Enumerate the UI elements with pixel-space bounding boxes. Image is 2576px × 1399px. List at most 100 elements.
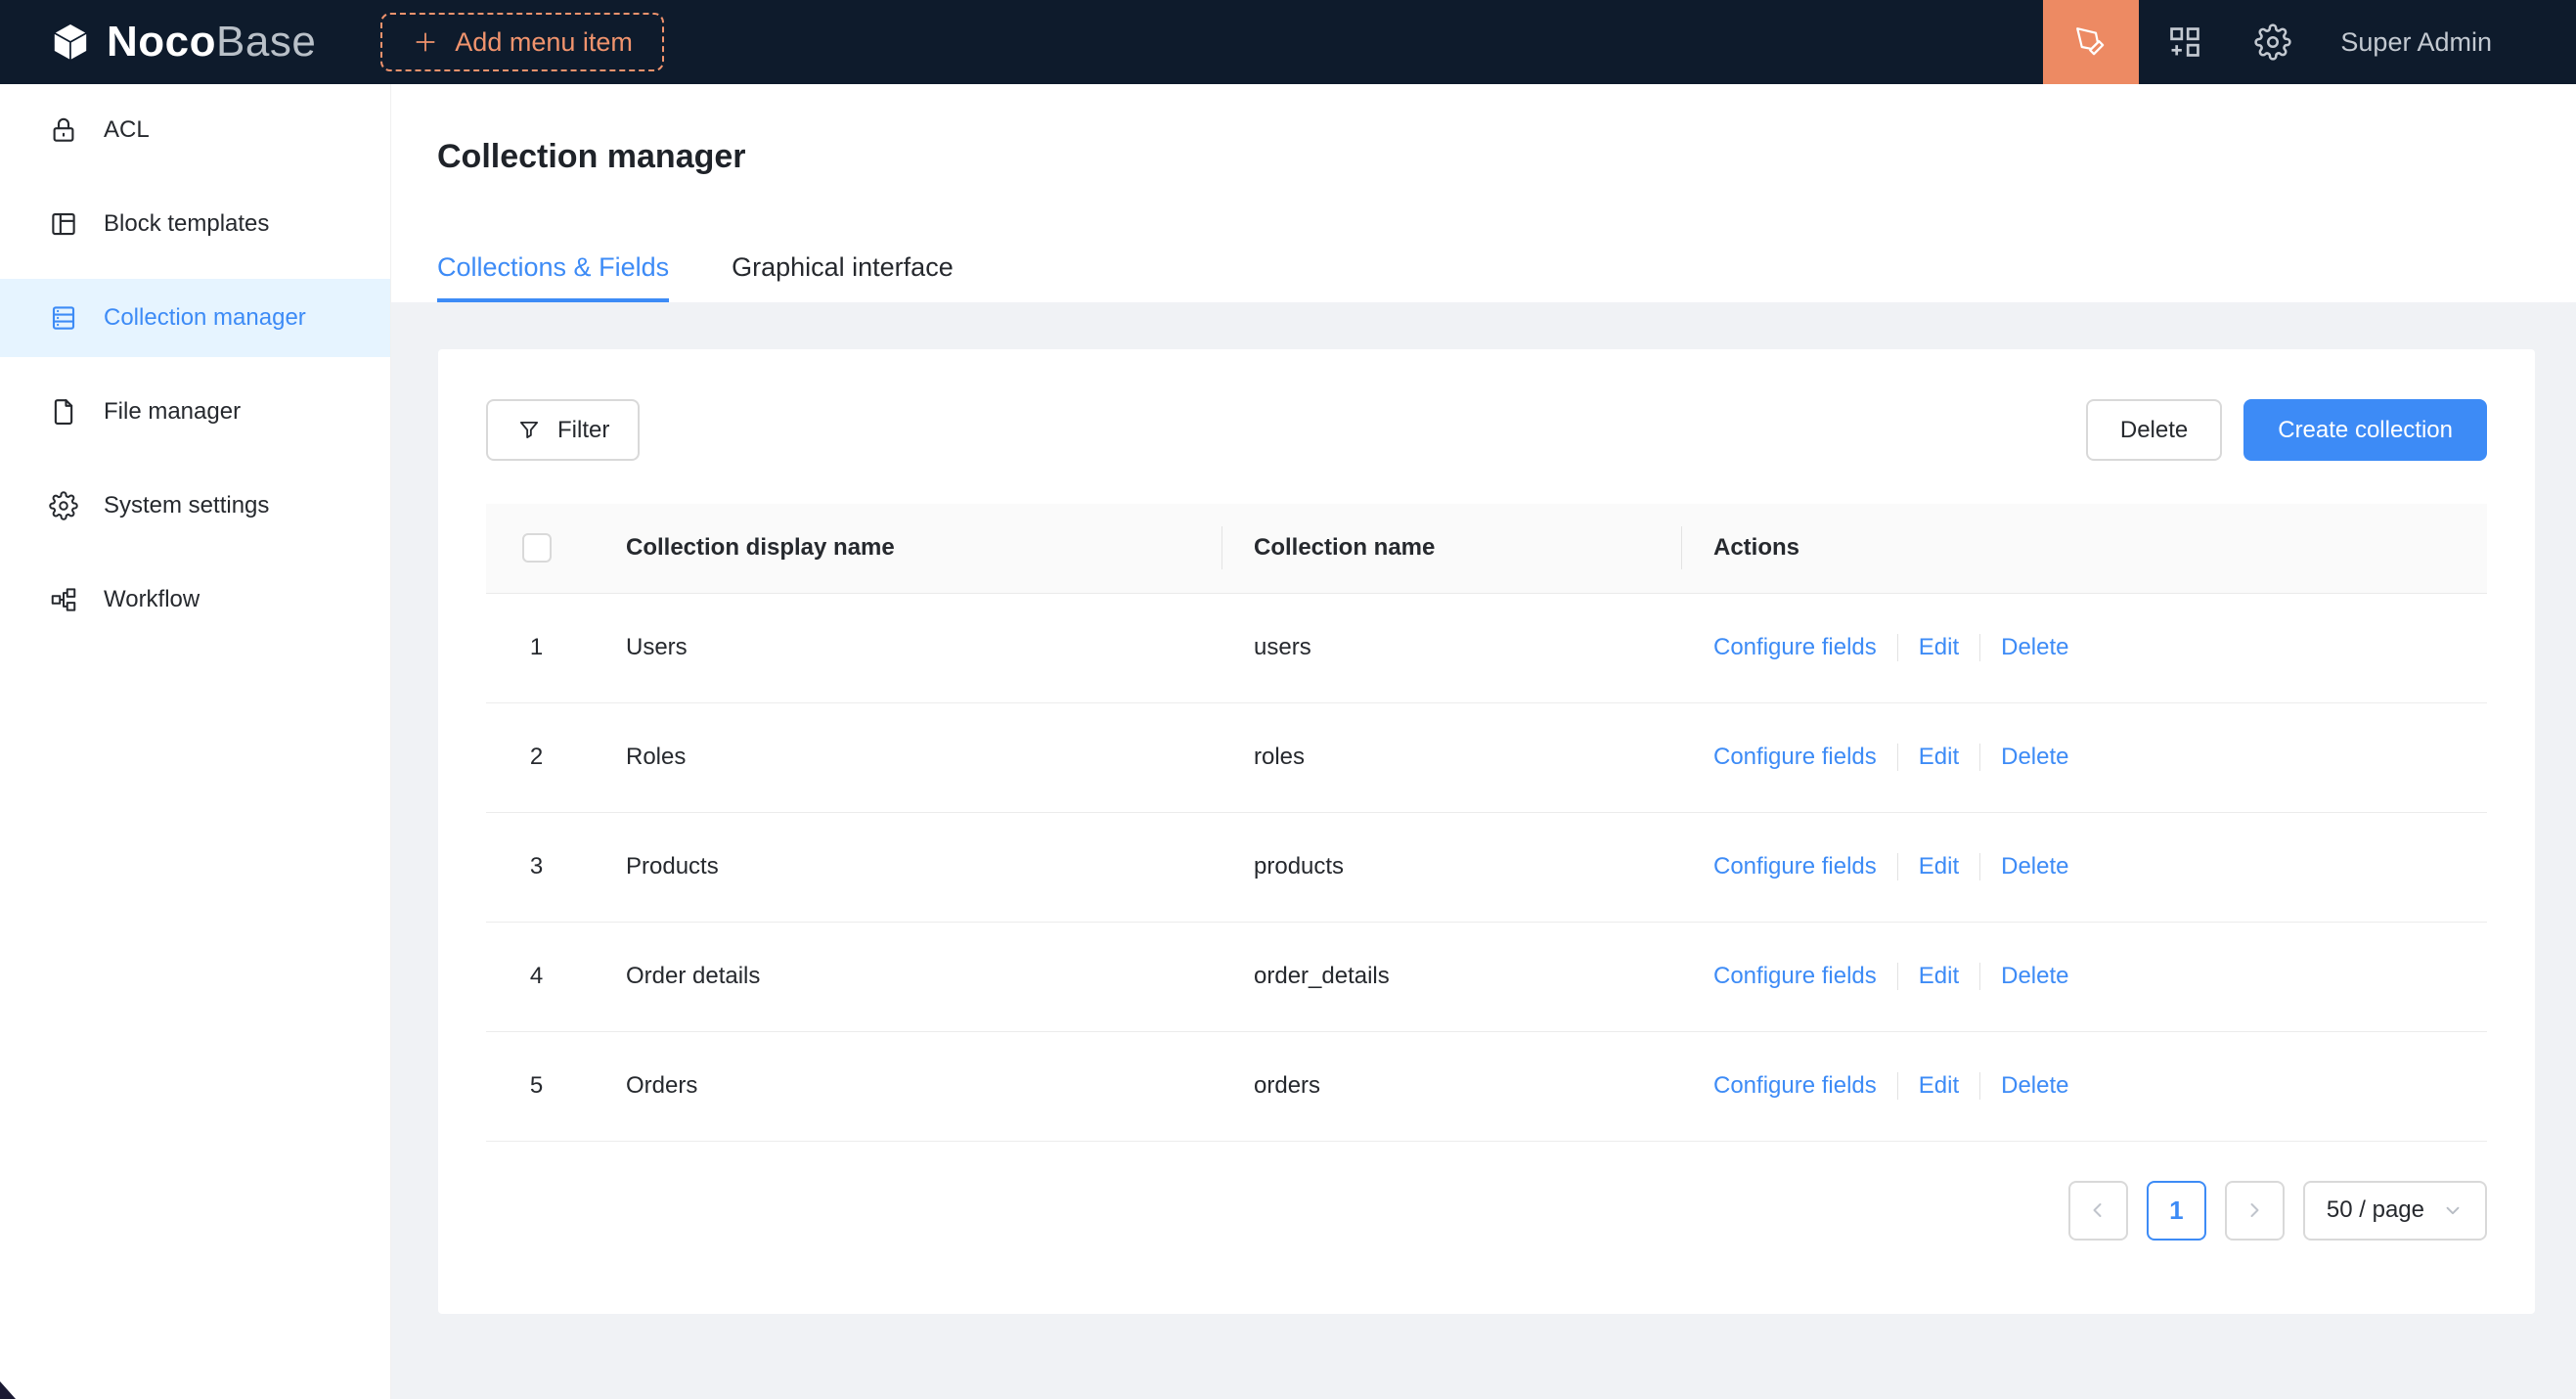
highlighter-icon — [2072, 23, 2110, 61]
settings-button[interactable] — [2254, 23, 2291, 61]
delete-link[interactable]: Delete — [2001, 853, 2068, 880]
tab-graphical-interface[interactable]: Graphical interface — [732, 253, 954, 302]
logo-text: NocoBase — [107, 21, 316, 64]
content-area: Filter Delete Create collection Collecti… — [391, 302, 2576, 1399]
sidebar-item-system-settings[interactable]: System settings — [0, 467, 390, 545]
row-display-name: Order details — [587, 922, 1222, 1031]
action-divider — [1897, 744, 1898, 771]
sidebar-item-file-manager[interactable]: File manager — [0, 373, 390, 451]
page-size-select[interactable]: 50 / page — [2303, 1181, 2487, 1241]
next-page-button[interactable] — [2225, 1181, 2285, 1241]
lock-icon — [49, 115, 78, 145]
delete-link[interactable]: Delete — [2001, 963, 2068, 990]
workflow-icon — [49, 585, 78, 614]
create-collection-button[interactable]: Create collection — [2243, 399, 2487, 461]
sidebar-item-label: Workflow — [104, 586, 200, 613]
action-divider — [1979, 744, 1980, 771]
table-row: 3 Products products Configure fields Edi… — [486, 812, 2487, 922]
card-toolbar: Filter Delete Create collection — [486, 399, 2487, 461]
delete-link[interactable]: Delete — [2001, 744, 2068, 771]
action-divider — [1979, 634, 1980, 661]
column-header-display-name: Collection display name — [587, 504, 1222, 593]
file-icon — [49, 397, 78, 427]
row-display-name: Roles — [587, 702, 1222, 812]
ui-editor-button[interactable] — [2043, 0, 2139, 84]
user-menu[interactable]: Super Admin — [2340, 27, 2492, 58]
page-title: Collection manager — [437, 135, 2576, 178]
action-divider — [1979, 1072, 1980, 1100]
edit-link[interactable]: Edit — [1919, 853, 1959, 880]
database-icon — [49, 303, 78, 333]
delete-link[interactable]: Delete — [2001, 1072, 2068, 1100]
row-index: 3 — [486, 812, 587, 922]
chevron-right-icon — [2243, 1198, 2266, 1222]
column-header-actions: Actions — [1682, 504, 2487, 593]
configure-fields-link[interactable]: Configure fields — [1713, 634, 1877, 661]
table-row: 1 Users users Configure fields Edit Dele… — [486, 593, 2487, 702]
column-header-name: Collection name — [1222, 504, 1682, 593]
table-row: 2 Roles roles Configure fields Edit Dele… — [486, 702, 2487, 812]
nocobase-logo[interactable]: NocoBase — [0, 21, 316, 64]
edit-link[interactable]: Edit — [1919, 744, 1959, 771]
table-row: 5 Orders orders Configure fields Edit De… — [486, 1031, 2487, 1141]
row-actions: Configure fields Edit Delete — [1682, 922, 2487, 1031]
row-collection-name: users — [1222, 593, 1682, 702]
plus-icon — [412, 28, 439, 56]
tab-collections-and-fields[interactable]: Collections & Fields — [437, 253, 669, 302]
main-area: Collection manager Collections & Fields … — [391, 84, 2576, 1399]
sidebar-item-label: File manager — [104, 398, 241, 426]
row-collection-name: products — [1222, 812, 1682, 922]
row-actions: Configure fields Edit Delete — [1682, 702, 2487, 812]
sidebar-item-label: ACL — [104, 116, 150, 144]
layout-icon — [49, 209, 78, 239]
gear-icon — [49, 491, 78, 520]
select-all-cell — [486, 504, 587, 593]
delete-link[interactable]: Delete — [2001, 634, 2068, 661]
delete-button[interactable]: Delete — [2086, 399, 2222, 461]
gear-icon — [2254, 23, 2291, 61]
action-divider — [1897, 1072, 1898, 1100]
page-1-button[interactable]: 1 — [2147, 1181, 2206, 1241]
filter-button[interactable]: Filter — [486, 399, 640, 461]
row-display-name: Orders — [587, 1031, 1222, 1141]
edit-link[interactable]: Edit — [1919, 963, 1959, 990]
topbar: NocoBase Add menu item — [0, 0, 2576, 84]
plugin-manager-button[interactable] — [2166, 23, 2203, 61]
page-head: Collection manager Collections & Fields … — [391, 84, 2576, 302]
action-divider — [1897, 853, 1898, 880]
collections-card: Filter Delete Create collection Collecti… — [438, 349, 2535, 1314]
chevron-down-icon — [2442, 1199, 2464, 1221]
filter-icon — [516, 418, 542, 443]
row-index: 2 — [486, 702, 587, 812]
cursor-artifact — [0, 1381, 16, 1399]
collections-table: Collection display name Collection name … — [486, 504, 2487, 1142]
configure-fields-link[interactable]: Configure fields — [1713, 744, 1877, 771]
edit-link[interactable]: Edit — [1919, 634, 1959, 661]
table-body: 1 Users users Configure fields Edit Dele… — [486, 593, 2487, 1141]
table-header-row: Collection display name Collection name … — [486, 504, 2487, 593]
sidebar: ACL Block templates — [0, 84, 391, 1399]
configure-fields-link[interactable]: Configure fields — [1713, 853, 1877, 880]
appstore-add-icon — [2166, 23, 2203, 61]
select-all-checkbox[interactable] — [522, 533, 552, 563]
action-divider — [1979, 853, 1980, 880]
sidebar-item-block-templates[interactable]: Block templates — [0, 185, 390, 263]
configure-fields-link[interactable]: Configure fields — [1713, 963, 1877, 990]
action-divider — [1897, 963, 1898, 990]
edit-link[interactable]: Edit — [1919, 1072, 1959, 1100]
sidebar-item-acl[interactable]: ACL — [0, 91, 390, 169]
configure-fields-link[interactable]: Configure fields — [1713, 1072, 1877, 1100]
row-collection-name: order_details — [1222, 922, 1682, 1031]
add-menu-item-button[interactable]: Add menu item — [380, 13, 664, 71]
sidebar-item-workflow[interactable]: Workflow — [0, 561, 390, 639]
action-divider — [1897, 634, 1898, 661]
sidebar-item-label: Block templates — [104, 210, 269, 238]
pagination: 1 50 / page — [486, 1181, 2487, 1241]
row-collection-name: orders — [1222, 1031, 1682, 1141]
sidebar-item-collection-manager[interactable]: Collection manager — [0, 279, 390, 357]
row-display-name: Products — [587, 812, 1222, 922]
row-actions: Configure fields Edit Delete — [1682, 812, 2487, 922]
table-row: 4 Order details order_details Configure … — [486, 922, 2487, 1031]
row-actions: Configure fields Edit Delete — [1682, 1031, 2487, 1141]
prev-page-button[interactable] — [2068, 1181, 2128, 1241]
